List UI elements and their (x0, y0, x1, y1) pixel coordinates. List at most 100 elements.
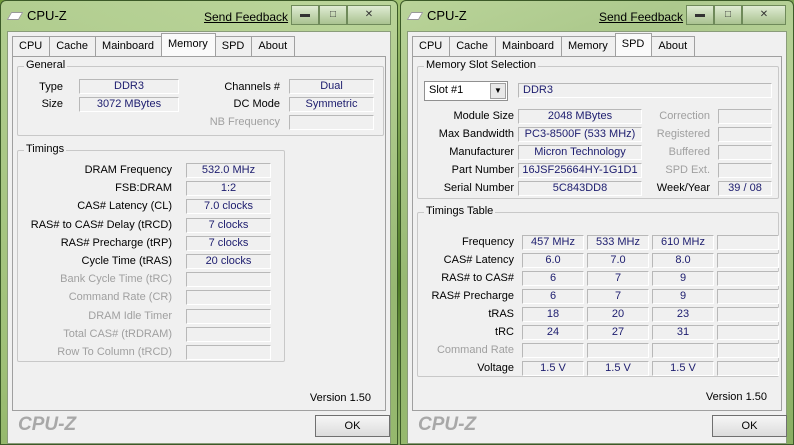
cpuz-window-spd: CPU-Z Send Feedback ▬ □ ✕ CPU Cache Mainboar… (400, 0, 794, 445)
memory-type-value: DDR3 (518, 83, 772, 98)
close-button[interactable]: ✕ (347, 5, 391, 25)
spd-flag-value (718, 127, 772, 142)
spd-value: PC3-8500F (533 MHz) (518, 127, 642, 142)
timings-table-cell: 27 (587, 325, 649, 340)
minimize-button[interactable]: ▬ (291, 5, 319, 25)
version-label: Version 1.50 (309, 392, 371, 404)
channels-label: Channels # (224, 81, 280, 93)
tab-cpu[interactable]: CPU (412, 36, 451, 56)
timing-value: 7.0 clocks (186, 199, 271, 215)
spd-value: Micron Technology (518, 145, 642, 160)
tab-memory[interactable]: Memory (161, 33, 216, 56)
spd-flag-value (718, 163, 772, 178)
timings-table-cell: 20 (587, 307, 649, 322)
timings-table-cell (717, 271, 779, 286)
tab-spd[interactable]: SPD (614, 33, 653, 56)
group-title: Timings Table (424, 205, 496, 217)
timings-table-cell: 7 (587, 271, 649, 286)
timings-table-cell: 23 (652, 307, 714, 322)
spd-value: 2048 MBytes (518, 109, 642, 124)
timing-value: 7 clocks (186, 217, 271, 233)
size-label: Size (41, 98, 63, 110)
tab-bar: CPU Cache Mainboard Memory SPD About (412, 33, 696, 56)
size-value: 3072 MBytes (79, 97, 179, 112)
chevron-down-icon[interactable]: ▼ (490, 83, 506, 99)
timings-table-cell: 533 MHz (587, 235, 649, 250)
send-feedback-link[interactable]: Send Feedback (204, 10, 288, 24)
timings-table-label: tRC (495, 326, 514, 338)
tab-mainboard[interactable]: Mainboard (95, 36, 163, 56)
timings-table-label: tRAS (488, 308, 514, 320)
group-title: Timings (24, 143, 67, 155)
timings-table-cell (717, 253, 779, 268)
spd-value: 5C843DD8 (518, 181, 642, 196)
slot-select-value: Slot #1 (429, 84, 464, 96)
spd-flag-value: 39 / 08 (718, 181, 772, 196)
timing-value (186, 308, 271, 324)
ok-button[interactable]: OK (712, 415, 787, 437)
timing-label: Bank Cycle Time (tRC) (60, 273, 172, 286)
channels-value: Dual (289, 79, 374, 94)
timing-label: Total CAS# (tRDRAM) (63, 327, 172, 340)
timings-table-cell: 9 (652, 289, 714, 304)
window-title: CPU-Z (427, 8, 467, 23)
tab-about[interactable]: About (651, 36, 696, 56)
tab-cpu[interactable]: CPU (12, 36, 51, 56)
spd-label: Max Bandwidth (438, 128, 514, 140)
spd-flag-label: SPD Ext. (665, 164, 710, 176)
maximize-button[interactable]: □ (319, 5, 347, 25)
tab-spd[interactable]: SPD (214, 36, 253, 56)
minimize-button[interactable]: ▬ (686, 5, 714, 25)
timings-table-cell: 1.5 V (587, 361, 649, 376)
timings-table-cell: 8.0 (652, 253, 714, 268)
timings-table-cell: 18 (522, 307, 584, 322)
timing-value (186, 290, 271, 306)
tab-about[interactable]: About (251, 36, 296, 56)
close-button[interactable]: ✕ (742, 5, 786, 25)
general-group: General Type DDR3 Size 3072 MBytes Chann… (17, 59, 384, 136)
maximize-button[interactable]: □ (714, 5, 742, 25)
timing-label: DRAM Idle Timer (88, 309, 172, 322)
group-title: General (24, 59, 68, 71)
timing-value: 1:2 (186, 181, 271, 197)
spd-label: Part Number (451, 164, 514, 176)
spd-flag-label: Buffered (668, 146, 710, 158)
send-feedback-link[interactable]: Send Feedback (599, 10, 683, 24)
timing-value: 20 clocks (186, 254, 271, 269)
timings-table-cell: 24 (522, 325, 584, 340)
timings-table-cell: 1.5 V (652, 361, 714, 376)
tab-cache[interactable]: Cache (49, 36, 97, 56)
spd-flag-label: Correction (659, 110, 710, 122)
dc-mode-label: DC Mode (233, 98, 280, 110)
timing-label: Command Rate (CR) (68, 291, 172, 304)
timings-table-cell (717, 325, 779, 340)
ok-button[interactable]: OK (315, 415, 390, 437)
timings-table-label: RAS# Precharge (431, 290, 514, 302)
app-icon (406, 11, 424, 20)
tab-cache[interactable]: Cache (449, 36, 497, 56)
timings-table-cell: 7 (587, 289, 649, 304)
memory-panel: General Type DDR3 Size 3072 MBytes Chann… (12, 56, 386, 411)
spd-panel: Memory Slot Selection Slot #1 ▼ DDR3 Modu… (412, 56, 782, 411)
timings-table-label: Command Rate (436, 344, 514, 356)
timing-label: Row To Column (tRCD) (57, 346, 172, 358)
timing-label: FSB:DRAM (115, 182, 172, 195)
timing-value: 7 clocks (186, 235, 271, 251)
slot-select[interactable]: Slot #1 ▼ (424, 81, 508, 101)
timing-label: CAS# Latency (CL) (77, 200, 172, 213)
cpuz-logo: CPU-Z (418, 414, 477, 435)
timing-value (186, 272, 271, 288)
spd-flag-label: Registered (656, 128, 710, 140)
tab-bar: CPU Cache Mainboard Memory SPD About (12, 33, 296, 56)
timing-value (186, 326, 271, 342)
window-title: CPU-Z (27, 8, 67, 23)
timings-table-cell (717, 235, 779, 250)
tab-mainboard[interactable]: Mainboard (495, 36, 563, 56)
timings-table-cell: 6 (522, 289, 584, 304)
spd-flag-value (718, 109, 772, 124)
timings-table-label: Frequency (462, 236, 514, 248)
cpuz-logo: CPU-Z (18, 414, 77, 435)
timings-table-cell: 31 (652, 325, 714, 340)
nb-frequency-label: NB Frequency (209, 116, 280, 128)
tab-memory[interactable]: Memory (561, 36, 616, 56)
